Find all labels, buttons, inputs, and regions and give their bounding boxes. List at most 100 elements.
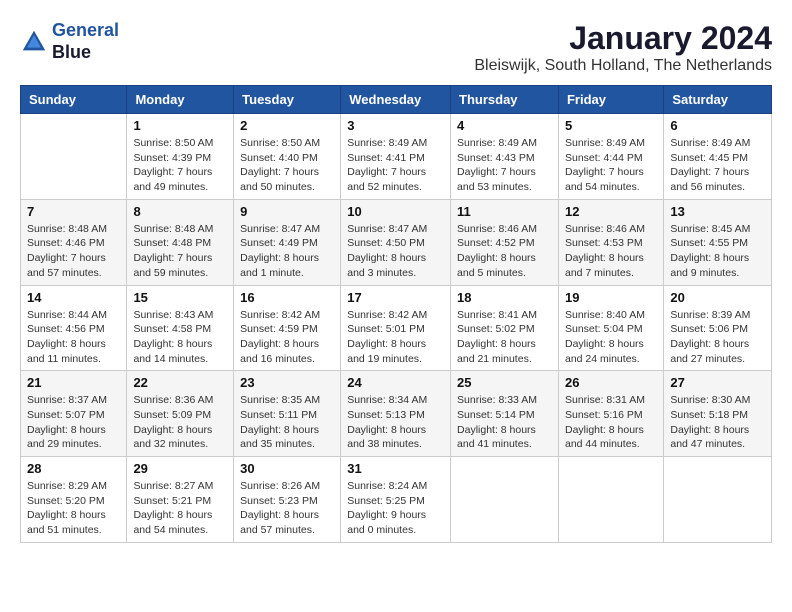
calendar-week-row: 28 Sunrise: 8:29 AMSunset: 5:20 PMDayligh… (21, 457, 772, 543)
day-number: 24 (347, 375, 444, 390)
day-info: Sunrise: 8:49 AMSunset: 4:45 PMDaylight:… (670, 136, 765, 195)
calendar-cell: 28 Sunrise: 8:29 AMSunset: 5:20 PMDayligh… (21, 457, 127, 543)
day-info: Sunrise: 8:24 AMSunset: 5:25 PMDaylight:… (347, 479, 444, 538)
day-info: Sunrise: 8:44 AMSunset: 4:56 PMDaylight:… (27, 308, 120, 367)
calendar-cell (664, 457, 772, 543)
weekday-header-monday: Monday (127, 86, 234, 114)
weekday-header-sunday: Sunday (21, 86, 127, 114)
day-info: Sunrise: 8:35 AMSunset: 5:11 PMDaylight:… (240, 393, 334, 452)
day-info: Sunrise: 8:50 AMSunset: 4:40 PMDaylight:… (240, 136, 334, 195)
calendar-cell: 24Sunrise: 8:34 AMSunset: 5:13 PMDayligh… (341, 371, 451, 457)
day-number: 8 (133, 204, 227, 219)
day-info: Sunrise: 8:48 AMSunset: 4:48 PMDaylight:… (133, 222, 227, 281)
day-info: Sunrise: 8:29 AMSunset: 5:20 PMDaylight:… (27, 479, 120, 538)
day-number: 18 (457, 290, 552, 305)
day-info: Sunrise: 8:40 AMSunset: 5:04 PMDaylight:… (565, 308, 657, 367)
calendar-cell: 16 Sunrise: 8:42 AMSunset: 4:59 PMDayligh… (234, 285, 341, 371)
day-number: 2 (240, 118, 334, 133)
calendar-cell: 14 Sunrise: 8:44 AMSunset: 4:56 PMDayligh… (21, 285, 127, 371)
weekday-header-wednesday: Wednesday (341, 86, 451, 114)
weekday-header-tuesday: Tuesday (234, 86, 341, 114)
day-info: Sunrise: 8:30 AMSunset: 5:18 PMDaylight:… (670, 393, 765, 452)
day-number: 21 (27, 375, 120, 390)
day-info: Sunrise: 8:31 AMSunset: 5:16 PMDaylight:… (565, 393, 657, 452)
day-number: 17 (347, 290, 444, 305)
day-info: Sunrise: 8:49 AMSunset: 4:43 PMDaylight:… (457, 136, 552, 195)
day-info: Sunrise: 8:46 AMSunset: 4:52 PMDaylight:… (457, 222, 552, 281)
day-info: Sunrise: 8:46 AMSunset: 4:53 PMDaylight:… (565, 222, 657, 281)
day-number: 15 (133, 290, 227, 305)
day-number: 11 (457, 204, 552, 219)
calendar-cell: 30 Sunrise: 8:26 AMSunset: 5:23 PMDayligh… (234, 457, 341, 543)
calendar-cell (451, 457, 559, 543)
day-number: 10 (347, 204, 444, 219)
calendar-cell: 22 Sunrise: 8:36 AMSunset: 5:09 PMDayligh… (127, 371, 234, 457)
month-title: January 2024 (474, 20, 772, 57)
calendar-cell: 8 Sunrise: 8:48 AMSunset: 4:48 PMDaylight… (127, 199, 234, 285)
day-info: Sunrise: 8:49 AMSunset: 4:41 PMDaylight:… (347, 136, 444, 195)
calendar-cell: 3 Sunrise: 8:49 AMSunset: 4:41 PMDaylight… (341, 114, 451, 200)
day-number: 28 (27, 461, 120, 476)
calendar-cell: 12 Sunrise: 8:46 AMSunset: 4:53 PMDayligh… (558, 199, 663, 285)
calendar-cell: 25 Sunrise: 8:33 AMSunset: 5:14 PMDayligh… (451, 371, 559, 457)
day-number: 26 (565, 375, 657, 390)
calendar-cell: 9 Sunrise: 8:47 AMSunset: 4:49 PMDaylight… (234, 199, 341, 285)
calendar-week-row: 7 Sunrise: 8:48 AMSunset: 4:46 PMDaylight… (21, 199, 772, 285)
day-number: 30 (240, 461, 334, 476)
calendar-week-row: 1Sunrise: 8:50 AMSunset: 4:39 PMDaylight… (21, 114, 772, 200)
day-info: Sunrise: 8:50 AMSunset: 4:39 PMDaylight:… (133, 136, 227, 195)
page-header: General Blue January 2024 Bleiswijk, Sou… (20, 20, 772, 75)
day-info: Sunrise: 8:26 AMSunset: 5:23 PMDaylight:… (240, 479, 334, 538)
calendar-cell: 13Sunrise: 8:45 AMSunset: 4:55 PMDayligh… (664, 199, 772, 285)
day-number: 9 (240, 204, 334, 219)
day-number: 25 (457, 375, 552, 390)
day-info: Sunrise: 8:48 AMSunset: 4:46 PMDaylight:… (27, 222, 120, 281)
calendar-cell: 7 Sunrise: 8:48 AMSunset: 4:46 PMDaylight… (21, 199, 127, 285)
calendar-cell: 19 Sunrise: 8:40 AMSunset: 5:04 PMDayligh… (558, 285, 663, 371)
day-number: 3 (347, 118, 444, 133)
day-info: Sunrise: 8:47 AMSunset: 4:49 PMDaylight:… (240, 222, 334, 281)
day-number: 12 (565, 204, 657, 219)
day-info: Sunrise: 8:39 AMSunset: 5:06 PMDaylight:… (670, 308, 765, 367)
day-number: 19 (565, 290, 657, 305)
day-info: Sunrise: 8:43 AMSunset: 4:58 PMDaylight:… (133, 308, 227, 367)
calendar-cell: 15 Sunrise: 8:43 AMSunset: 4:58 PMDayligh… (127, 285, 234, 371)
calendar-cell: 4 Sunrise: 8:49 AMSunset: 4:43 PMDaylight… (451, 114, 559, 200)
day-info: Sunrise: 8:41 AMSunset: 5:02 PMDaylight:… (457, 308, 552, 367)
calendar-cell: 2 Sunrise: 8:50 AMSunset: 4:40 PMDaylight… (234, 114, 341, 200)
day-info: Sunrise: 8:36 AMSunset: 5:09 PMDaylight:… (133, 393, 227, 452)
calendar-cell: 1Sunrise: 8:50 AMSunset: 4:39 PMDaylight… (127, 114, 234, 200)
calendar-week-row: 21 Sunrise: 8:37 AMSunset: 5:07 PMDayligh… (21, 371, 772, 457)
calendar-cell: 11 Sunrise: 8:46 AMSunset: 4:52 PMDayligh… (451, 199, 559, 285)
calendar-cell: 6Sunrise: 8:49 AMSunset: 4:45 PMDaylight… (664, 114, 772, 200)
weekday-header-saturday: Saturday (664, 86, 772, 114)
weekday-header-row: SundayMondayTuesdayWednesdayThursdayFrid… (21, 86, 772, 114)
logo-text: General Blue (52, 20, 119, 63)
day-number: 29 (133, 461, 227, 476)
day-number: 5 (565, 118, 657, 133)
day-info: Sunrise: 8:33 AMSunset: 5:14 PMDaylight:… (457, 393, 552, 452)
day-number: 22 (133, 375, 227, 390)
calendar-cell: 23 Sunrise: 8:35 AMSunset: 5:11 PMDayligh… (234, 371, 341, 457)
day-number: 7 (27, 204, 120, 219)
calendar-cell: 29Sunrise: 8:27 AMSunset: 5:21 PMDayligh… (127, 457, 234, 543)
calendar-cell: 31Sunrise: 8:24 AMSunset: 5:25 PMDayligh… (341, 457, 451, 543)
day-number: 23 (240, 375, 334, 390)
title-section: January 2024 Bleiswijk, South Holland, T… (474, 20, 772, 75)
calendar-cell: 18 Sunrise: 8:41 AMSunset: 5:02 PMDayligh… (451, 285, 559, 371)
weekday-header-thursday: Thursday (451, 86, 559, 114)
day-number: 16 (240, 290, 334, 305)
day-number: 14 (27, 290, 120, 305)
calendar-cell: 5Sunrise: 8:49 AMSunset: 4:44 PMDaylight… (558, 114, 663, 200)
day-number: 13 (670, 204, 765, 219)
calendar-table: SundayMondayTuesdayWednesdayThursdayFrid… (20, 85, 772, 543)
calendar-cell: 17Sunrise: 8:42 AMSunset: 5:01 PMDayligh… (341, 285, 451, 371)
calendar-week-row: 14 Sunrise: 8:44 AMSunset: 4:56 PMDayligh… (21, 285, 772, 371)
day-info: Sunrise: 8:42 AMSunset: 4:59 PMDaylight:… (240, 308, 334, 367)
location-title: Bleiswijk, South Holland, The Netherland… (474, 57, 772, 75)
day-number: 27 (670, 375, 765, 390)
calendar-cell: 27 Sunrise: 8:30 AMSunset: 5:18 PMDayligh… (664, 371, 772, 457)
calendar-cell (558, 457, 663, 543)
day-info: Sunrise: 8:37 AMSunset: 5:07 PMDaylight:… (27, 393, 120, 452)
day-number: 4 (457, 118, 552, 133)
